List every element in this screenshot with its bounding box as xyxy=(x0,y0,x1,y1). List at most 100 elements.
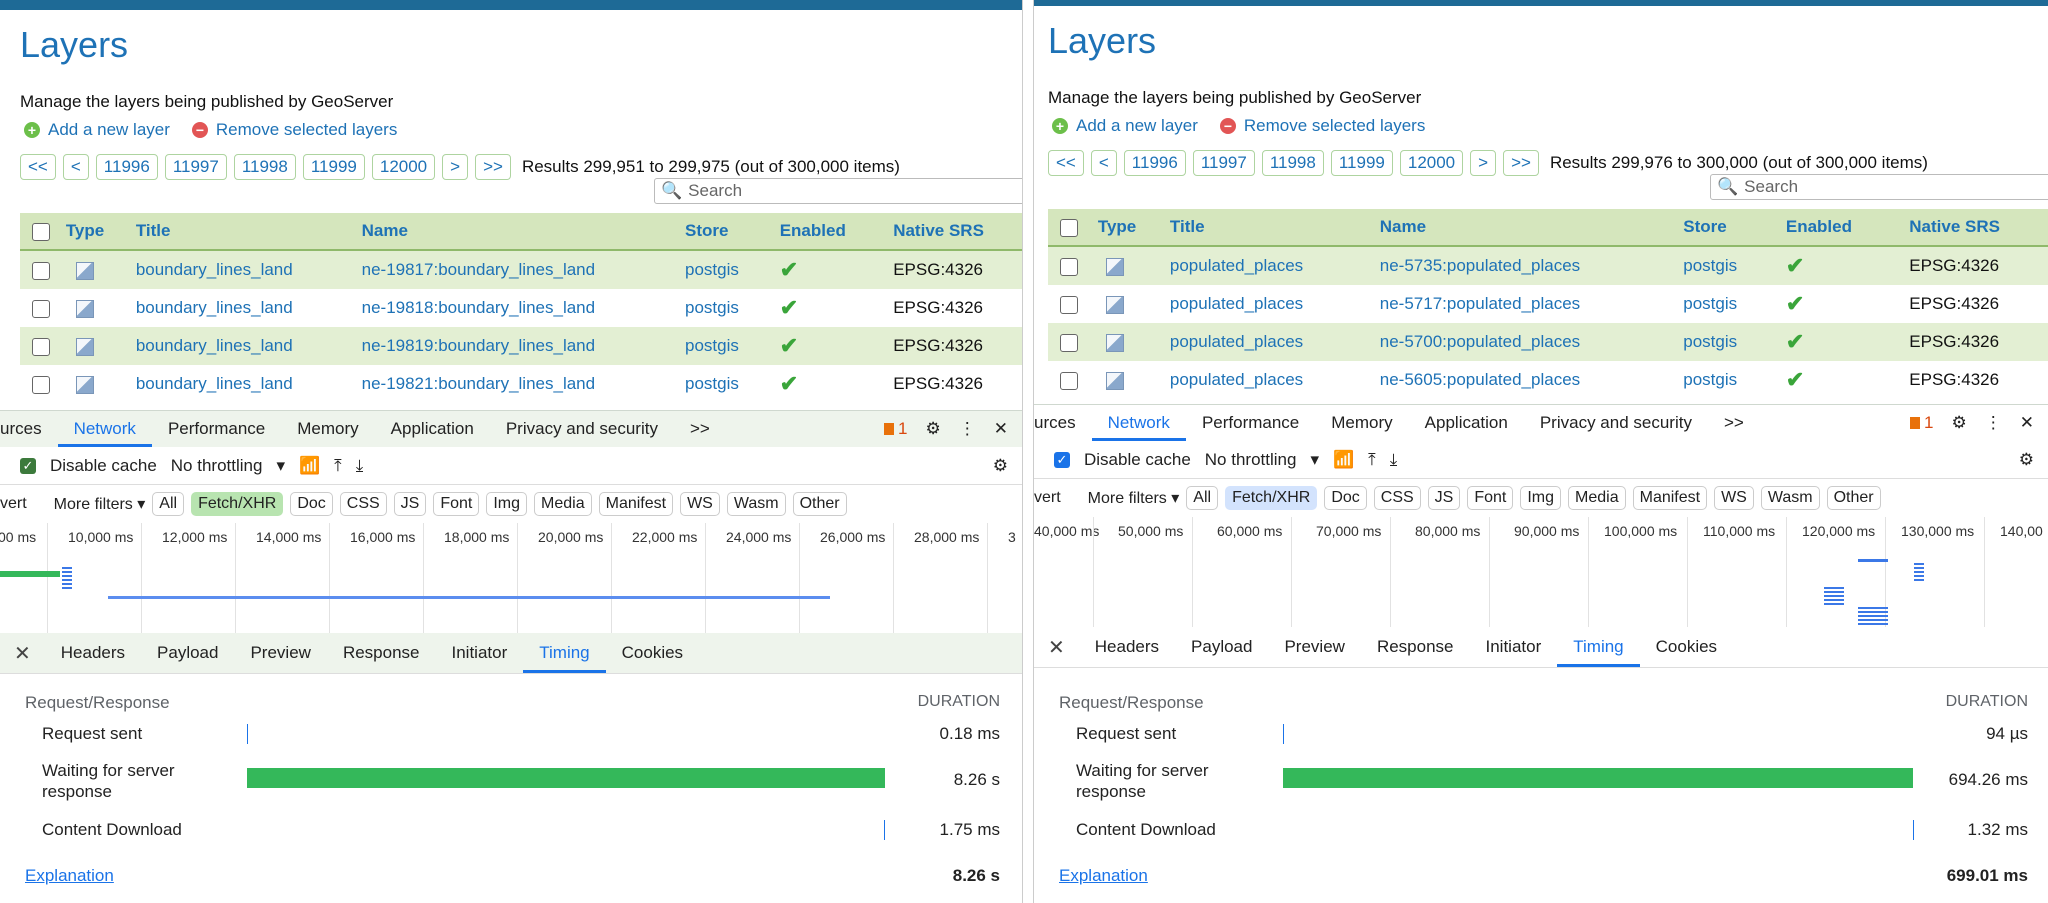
row-name[interactable]: ne-19819:boundary_lines_land xyxy=(361,327,685,365)
tab-network[interactable]: Network xyxy=(1091,405,1186,441)
row-title[interactable]: boundary_lines_land xyxy=(136,289,362,327)
tab-application[interactable]: Application xyxy=(375,411,490,447)
remove-layers-link[interactable]: − Remove selected layers xyxy=(191,120,397,140)
row-name[interactable]: ne-5605:populated_places xyxy=(1380,361,1683,399)
col-title[interactable]: Title xyxy=(1169,209,1380,247)
col-name[interactable]: Name xyxy=(1379,209,1684,247)
pager-page[interactable]: 11997 xyxy=(1192,150,1255,176)
tab-privacy-security[interactable]: Privacy and security xyxy=(1524,405,1708,441)
filter-font[interactable]: Font xyxy=(1467,486,1514,510)
pager-page[interactable]: 12000 xyxy=(1399,150,1464,176)
row-name[interactable]: ne-5735:populated_places xyxy=(1379,246,1684,285)
select-all-checkbox[interactable] xyxy=(32,222,50,241)
export-har-icon[interactable]: ⤓ xyxy=(1390,450,1398,470)
explanation-link[interactable]: Explanation xyxy=(1059,866,1148,886)
pager-page[interactable]: 11999 xyxy=(302,154,365,180)
invert-checkbox-label[interactable]: vert xyxy=(1034,489,1061,507)
close-devtools-icon[interactable]: ✕ xyxy=(2020,413,2034,433)
row-title[interactable]: boundary_lines_land xyxy=(135,327,362,365)
col-type[interactable]: Type xyxy=(55,213,136,251)
tab-preview[interactable]: Preview xyxy=(1268,627,1360,667)
col-enabled[interactable]: Enabled xyxy=(779,213,894,251)
row-name[interactable]: ne-19821:boundary_lines_land xyxy=(362,365,685,403)
pager-prev[interactable]: < xyxy=(1090,150,1117,176)
filter-media[interactable]: Media xyxy=(1568,486,1626,510)
filter-all[interactable]: All xyxy=(152,492,185,516)
row-name[interactable]: ne-5700:populated_places xyxy=(1379,323,1684,361)
pager-last[interactable]: >> xyxy=(1503,150,1539,176)
filter-ws[interactable]: WS xyxy=(1714,486,1754,510)
tab-memory[interactable]: Memory xyxy=(281,411,374,447)
network-settings-gear-icon[interactable]: ⚙ xyxy=(993,456,1008,476)
row-title[interactable]: boundary_lines_land xyxy=(136,365,362,403)
row-checkbox[interactable] xyxy=(32,261,50,280)
filter-doc[interactable]: Doc xyxy=(1324,486,1367,510)
pager-page[interactable]: 11998 xyxy=(233,154,296,180)
row-checkbox[interactable] xyxy=(1060,371,1078,390)
row-title[interactable]: boundary_lines_land xyxy=(135,250,362,289)
pager-last[interactable]: >> xyxy=(475,154,511,180)
filter-css[interactable]: CSS xyxy=(339,492,387,516)
tab-initiator[interactable]: Initiator xyxy=(1470,627,1558,667)
tab-cookies[interactable]: Cookies xyxy=(606,633,699,673)
more-tabs-icon[interactable]: >> xyxy=(674,411,726,447)
row-store[interactable]: postgis xyxy=(1683,361,1786,399)
filter-wasm[interactable]: Wasm xyxy=(1760,486,1820,510)
network-timeline-overview[interactable]: 40,000 ms 50,000 ms 60,000 ms 70,000 ms … xyxy=(1034,517,2048,628)
issues-badge[interactable]: 1 xyxy=(884,419,908,439)
tab-application[interactable]: Application xyxy=(1409,405,1524,441)
row-checkbox[interactable] xyxy=(32,299,50,318)
filter-media[interactable]: Media xyxy=(534,492,592,516)
col-type[interactable]: Type xyxy=(1083,209,1170,247)
col-native-srs[interactable]: Native SRS xyxy=(893,213,1022,251)
remove-layers-link[interactable]: − Remove selected layers xyxy=(1219,116,1425,136)
network-settings-gear-icon[interactable]: ⚙ xyxy=(2019,450,2034,470)
row-store[interactable]: postgis xyxy=(685,365,780,403)
filter-ws[interactable]: WS xyxy=(680,492,720,516)
tab-network[interactable]: Network xyxy=(57,411,152,447)
filter-wasm[interactable]: Wasm xyxy=(726,492,786,516)
settings-gear-icon[interactable]: ⚙ xyxy=(1952,413,1967,433)
tab-response[interactable]: Response xyxy=(327,633,436,673)
tab-payload[interactable]: Payload xyxy=(1175,627,1268,667)
col-native-srs[interactable]: Native SRS xyxy=(1909,209,2048,247)
invert-checkbox-label[interactable]: vert xyxy=(0,495,27,513)
pager-page[interactable]: 11996 xyxy=(1123,150,1186,176)
search-input[interactable]: 🔍 Search xyxy=(654,178,1022,204)
tab-privacy-security[interactable]: Privacy and security xyxy=(490,411,674,447)
col-store[interactable]: Store xyxy=(1683,209,1786,247)
col-title[interactable]: Title xyxy=(135,213,362,251)
filter-manifest[interactable]: Manifest xyxy=(598,492,674,516)
kebab-menu-icon[interactable]: ⋮ xyxy=(1985,413,2002,433)
row-checkbox[interactable] xyxy=(32,375,50,394)
tab-performance[interactable]: Performance xyxy=(1186,405,1315,441)
col-enabled[interactable]: Enabled xyxy=(1785,209,1910,247)
export-har-icon[interactable]: ⤓ xyxy=(356,456,364,476)
close-details-icon[interactable]: ✕ xyxy=(0,641,45,666)
tab-sources[interactable]: urces xyxy=(0,411,58,447)
filter-js[interactable]: JS xyxy=(393,492,427,516)
row-title[interactable]: populated_places xyxy=(1170,361,1380,399)
row-store[interactable]: postgis xyxy=(685,327,780,365)
tab-response[interactable]: Response xyxy=(1361,627,1470,667)
row-store[interactable]: postgis xyxy=(1683,323,1786,361)
row-store[interactable]: postgis xyxy=(685,289,780,327)
filter-manifest[interactable]: Manifest xyxy=(1632,486,1708,510)
row-checkbox[interactable] xyxy=(1060,333,1078,352)
tab-headers[interactable]: Headers xyxy=(45,633,141,673)
row-title[interactable]: populated_places xyxy=(1169,246,1380,285)
more-tabs-icon[interactable]: >> xyxy=(1708,405,1760,441)
pager-first[interactable]: << xyxy=(1048,150,1084,176)
filter-img[interactable]: Img xyxy=(1520,486,1562,510)
filter-all[interactable]: All xyxy=(1186,486,1219,510)
network-conditions-icon[interactable]: 📶 xyxy=(299,456,320,476)
row-store[interactable]: postgis xyxy=(685,250,780,289)
close-details-icon[interactable]: ✕ xyxy=(1034,635,1079,660)
throttling-select[interactable]: No throttling xyxy=(171,456,263,476)
row-title[interactable]: populated_places xyxy=(1170,285,1380,323)
filter-other[interactable]: Other xyxy=(1826,486,1881,510)
disable-cache-checkbox[interactable]: ✓ xyxy=(1054,451,1070,468)
pager-page[interactable]: 12000 xyxy=(371,154,436,180)
disable-cache-checkbox[interactable]: ✓ xyxy=(20,457,36,474)
col-store[interactable]: Store xyxy=(685,213,780,251)
